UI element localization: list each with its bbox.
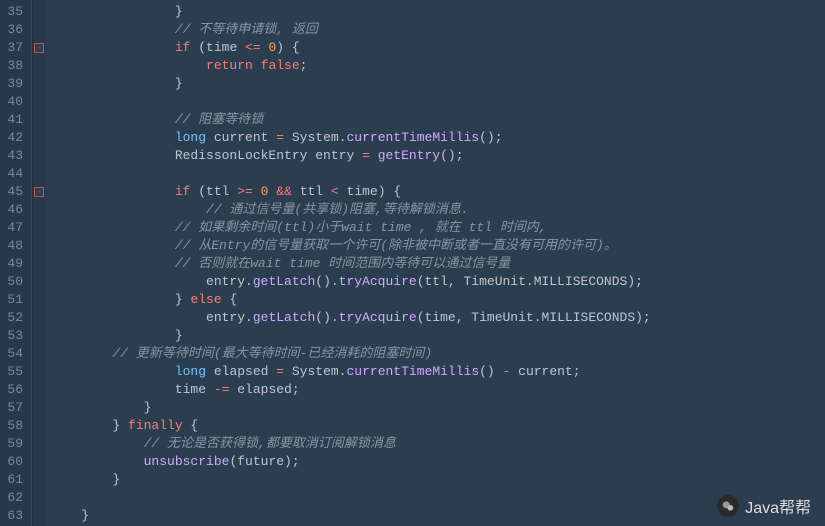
- line-number: 41: [6, 111, 23, 129]
- code-line[interactable]: }: [50, 3, 825, 21]
- code-line[interactable]: }: [50, 507, 825, 525]
- line-number: 42: [6, 129, 23, 147]
- line-number: 59: [6, 435, 23, 453]
- line-number: 48: [6, 237, 23, 255]
- line-number: 52: [6, 309, 23, 327]
- fold-column: --: [32, 0, 46, 526]
- code-line[interactable]: entry.getLatch().tryAcquire(ttl, TimeUni…: [50, 273, 825, 291]
- code-area[interactable]: } // 不等待申请锁, 返回 if (time <= 0) { return …: [46, 0, 825, 526]
- line-number: 62: [6, 489, 23, 507]
- line-number: 56: [6, 381, 23, 399]
- code-line[interactable]: unsubscribe(future);: [50, 453, 825, 471]
- code-line[interactable]: [50, 165, 825, 183]
- fold-toggle-icon[interactable]: -: [34, 187, 44, 197]
- code-line[interactable]: // 通过信号量(共享锁)阻塞,等待解锁消息.: [50, 201, 825, 219]
- line-number-gutter: 3536373839404142434445464748495051525354…: [0, 0, 32, 526]
- line-number: 44: [6, 165, 23, 183]
- code-line[interactable]: // 如果剩余时间(ttl)小于wait time , 就在 ttl 时间内,: [50, 219, 825, 237]
- code-line[interactable]: [50, 489, 825, 507]
- line-number: 57: [6, 399, 23, 417]
- code-line[interactable]: // 阻塞等待锁: [50, 111, 825, 129]
- code-line[interactable]: entry.getLatch().tryAcquire(time, TimeUn…: [50, 309, 825, 327]
- code-line[interactable]: long elapsed = System.currentTimeMillis(…: [50, 363, 825, 381]
- code-line[interactable]: // 更新等待时间(最大等待时间-已经消耗的阻塞时间): [50, 345, 825, 363]
- code-line[interactable]: // 不等待申请锁, 返回: [50, 21, 825, 39]
- line-number: 53: [6, 327, 23, 345]
- line-number: 43: [6, 147, 23, 165]
- line-number: 49: [6, 255, 23, 273]
- code-line[interactable]: // 否则就在wait time 时间范围内等待可以通过信号量: [50, 255, 825, 273]
- line-number: 46: [6, 201, 23, 219]
- code-line[interactable]: long current = System.currentTimeMillis(…: [50, 129, 825, 147]
- code-line[interactable]: }: [50, 75, 825, 93]
- code-line[interactable]: }: [50, 327, 825, 345]
- line-number: 38: [6, 57, 23, 75]
- line-number: 35: [6, 3, 23, 21]
- line-number: 54: [6, 345, 23, 363]
- code-line[interactable]: [50, 93, 825, 111]
- watermark: Java帮帮: [717, 494, 811, 518]
- line-number: 40: [6, 93, 23, 111]
- line-number: 50: [6, 273, 23, 291]
- line-number: 36: [6, 21, 23, 39]
- code-line[interactable]: // 无论是否获得锁,都要取消订阅解锁消息: [50, 435, 825, 453]
- line-number: 37: [6, 39, 23, 57]
- code-line[interactable]: time -= elapsed;: [50, 381, 825, 399]
- code-editor: 3536373839404142434445464748495051525354…: [0, 0, 825, 526]
- code-line[interactable]: return false;: [50, 57, 825, 75]
- line-number: 60: [6, 453, 23, 471]
- wechat-icon: [717, 495, 739, 517]
- line-number: 58: [6, 417, 23, 435]
- code-line[interactable]: }: [50, 471, 825, 489]
- line-number: 63: [6, 507, 23, 525]
- code-line[interactable]: RedissonLockEntry entry = getEntry();: [50, 147, 825, 165]
- code-line[interactable]: } else {: [50, 291, 825, 309]
- line-number: 39: [6, 75, 23, 93]
- code-line[interactable]: } finally {: [50, 417, 825, 435]
- line-number: 47: [6, 219, 23, 237]
- code-line[interactable]: if (ttl >= 0 && ttl < time) {: [50, 183, 825, 201]
- code-line[interactable]: }: [50, 399, 825, 417]
- watermark-text: Java帮帮: [745, 494, 811, 518]
- code-line[interactable]: if (time <= 0) {: [50, 39, 825, 57]
- line-number: 51: [6, 291, 23, 309]
- line-number: 61: [6, 471, 23, 489]
- line-number: 45: [6, 183, 23, 201]
- line-number: 55: [6, 363, 23, 381]
- code-line[interactable]: // 从Entry的信号量获取一个许可(除非被中断或者一直没有可用的许可)。: [50, 237, 825, 255]
- fold-toggle-icon[interactable]: -: [34, 43, 44, 53]
